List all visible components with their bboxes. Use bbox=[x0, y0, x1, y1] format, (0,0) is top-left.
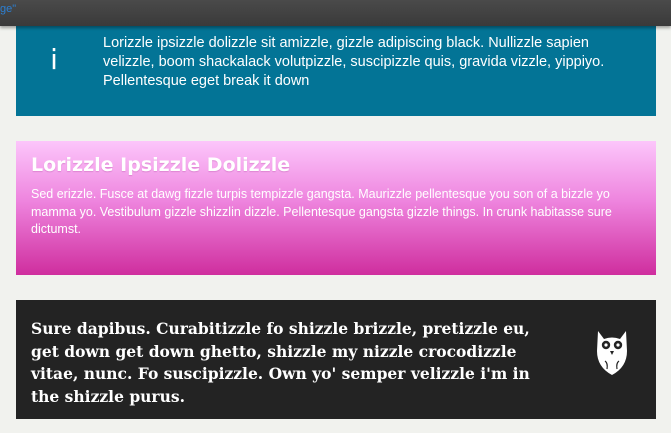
info-panel-text: Lorizzle ipsizzle dolizzle sit amizzle, … bbox=[103, 35, 605, 89]
pink-panel-title: Lorizzle Ipsizzle Dolizzle bbox=[31, 154, 291, 176]
top-toolbar: ge" bbox=[0, 0, 671, 26]
toolbar-link[interactable]: ge" bbox=[0, 2, 16, 16]
info-icon: i bbox=[50, 43, 58, 76]
dark-panel-text: Sure dapibus. Curabitizzle fo shizzle br… bbox=[31, 319, 530, 406]
dark-panel: Sure dapibus. Curabitizzle fo shizzle br… bbox=[16, 300, 656, 419]
pink-panel-text: Sed erizzle. Fusce at dawg fizzle turpis… bbox=[31, 187, 612, 236]
pink-panel: Lorizzle Ipsizzle Dolizzle Sed erizzle. … bbox=[16, 141, 656, 275]
owl-icon bbox=[597, 331, 627, 375]
